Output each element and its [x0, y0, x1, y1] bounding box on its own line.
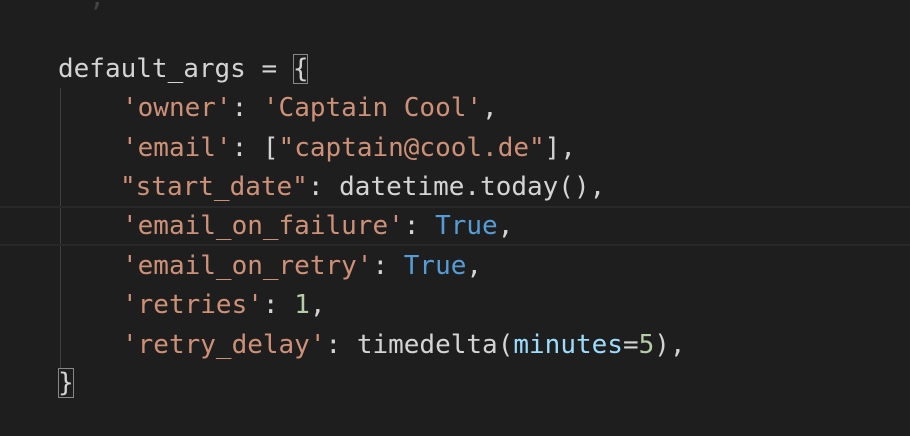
close-paren: ), — [654, 330, 686, 360]
code-line-email-on-failure[interactable]: 'email_on_failure': True, — [0, 206, 910, 246]
dict-key: 'owner' — [122, 93, 232, 123]
dict-key: 'retries' — [122, 290, 263, 320]
colon: : — [231, 93, 263, 123]
comma: , — [589, 172, 606, 202]
function-call: timedelta( — [356, 330, 514, 360]
code-line-start-date[interactable]: "start_date": datetime.today(), — [0, 167, 910, 207]
comma: , — [466, 251, 483, 281]
code-line-default-args[interactable]: default_args = { — [0, 49, 910, 89]
code-line-retry-delay[interactable]: 'retry_delay': timedelta(minutes=5), — [0, 325, 910, 365]
dict-key: 'email_on_failure' — [122, 211, 404, 241]
dict-key: "start_date" — [120, 172, 308, 202]
code-line-close[interactable]: } — [0, 363, 910, 403]
keyword-parameter: minutes — [513, 330, 623, 360]
boolean-value: True — [435, 211, 498, 241]
dict-key: 'email' — [122, 133, 232, 163]
code-line-email[interactable]: 'email': ["captain@cool.de"], — [0, 128, 910, 168]
assign-operator: = — [245, 54, 293, 84]
code-editor[interactable]: , default_args = { 'owner': 'Captain Coo… — [0, 0, 910, 436]
number-value: 1 — [294, 290, 310, 320]
colon: : — [403, 211, 436, 241]
colon: : — [231, 133, 263, 163]
colon: : — [262, 290, 295, 320]
comma: , — [309, 290, 326, 320]
colon: : — [372, 251, 404, 281]
equals-operator: = — [622, 330, 639, 360]
function-call: datetime.today() — [339, 172, 590, 202]
code-line-email-on-retry[interactable]: 'email_on_retry': True, — [0, 246, 910, 286]
string-value: 'Captain Cool' — [262, 93, 483, 123]
partial-code-line: , — [58, 0, 121, 18]
comma: , — [482, 93, 498, 123]
colon: : — [307, 172, 340, 202]
open-brace: { — [292, 54, 309, 84]
code-line-retries[interactable]: 'retries': 1, — [0, 285, 910, 325]
dict-key: 'email_on_retry' — [122, 251, 373, 281]
number-value: 5 — [638, 330, 655, 360]
variable-name: default_args — [58, 54, 246, 84]
dict-key: 'retry_delay' — [122, 330, 326, 360]
boolean-value: True — [403, 251, 467, 281]
open-bracket: [ — [262, 133, 279, 163]
close-brace: } — [58, 368, 74, 398]
code-line-owner[interactable]: 'owner': 'Captain Cool', — [0, 88, 910, 128]
comma: , — [497, 211, 514, 241]
colon: : — [325, 330, 357, 360]
string-value: "captain@cool.de" — [278, 133, 545, 163]
close-bracket: ], — [544, 133, 576, 163]
